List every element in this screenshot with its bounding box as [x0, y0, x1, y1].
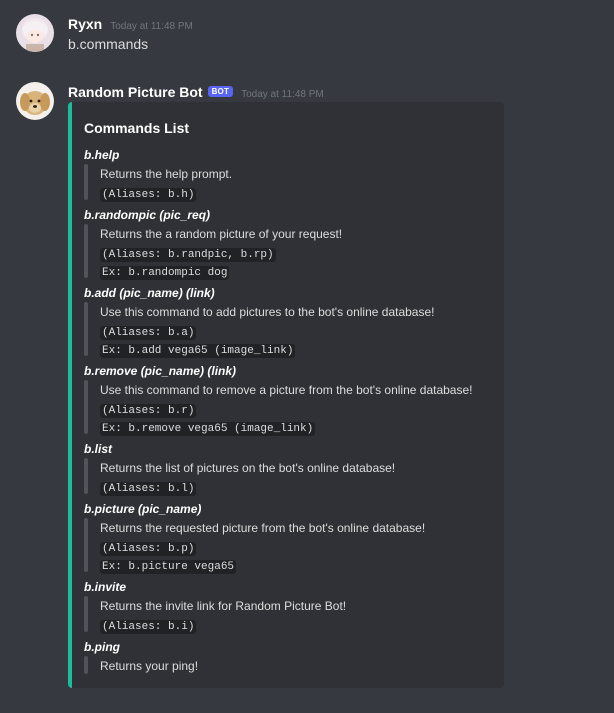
command-randompic: b.randompic (pic_req) Returns the a rand… [84, 208, 496, 280]
username[interactable]: Ryxn [68, 16, 102, 32]
command-aliases: (Aliases: b.r) [100, 404, 197, 418]
command-description: Returns your ping! [100, 659, 199, 673]
command-aliases: (Aliases: b.a) [100, 326, 197, 340]
command-aliases: (Aliases: b.l) [100, 482, 197, 496]
command-description: Returns the requested picture from the b… [100, 521, 426, 535]
message-text: b.commands [68, 36, 149, 52]
command-example: Ex: b.picture vega65 [100, 560, 237, 574]
command-aliases: (Aliases: b.i) [100, 620, 197, 634]
bot-badge: BOT [207, 86, 234, 97]
command-example: Ex: b.randompic dog [100, 266, 230, 280]
command-example: Ex: b.add vega65 (image_link) [100, 344, 296, 358]
message-header: Random Picture Bot BOT Today at 11:48 PM [68, 84, 324, 100]
blockquote-bar [84, 380, 88, 434]
command-aliases: (Aliases: b.randpic, b.rp) [100, 248, 276, 262]
command-help: b.help Returns the help prompt. (Aliases… [84, 148, 496, 202]
blockquote-bar [84, 458, 88, 494]
command-name: b.invite [84, 580, 127, 594]
command-aliases: (Aliases: b.h) [100, 188, 197, 202]
commands-embed: Commands List b.help Returns the help pr… [68, 102, 504, 688]
command-name: b.add (pic_name) (link) [84, 286, 215, 300]
command-name: b.randompic (pic_req) [84, 208, 211, 222]
command-description: Use this command to add pictures to the … [100, 305, 435, 319]
command-description: Use this command to remove a picture fro… [100, 383, 473, 397]
command-add: b.add (pic_name) (link) Use this command… [84, 286, 496, 358]
command-name: b.help [84, 148, 120, 162]
anime-avatar-icon [16, 14, 54, 52]
command-ping: b.ping Returns your ping! [84, 640, 496, 674]
command-name: b.remove (pic_name) (link) [84, 364, 237, 378]
blockquote-bar [84, 596, 88, 632]
bot-username[interactable]: Random Picture Bot [68, 84, 203, 100]
blockquote-bar [84, 302, 88, 356]
command-description: Returns the invite link for Random Pictu… [100, 599, 347, 613]
command-invite: b.invite Returns the invite link for Ran… [84, 580, 496, 634]
command-remove: b.remove (pic_name) (link) Use this comm… [84, 364, 496, 436]
user-avatar[interactable] [16, 14, 54, 52]
command-name: b.list [84, 442, 113, 456]
command-example: Ex: b.remove vega65 (image_link) [100, 422, 316, 436]
dog-avatar-icon [16, 82, 54, 120]
timestamp: Today at 11:48 PM [241, 89, 324, 100]
blockquote-bar [84, 656, 88, 674]
blockquote-bar [84, 164, 88, 200]
blockquote-bar [84, 518, 88, 572]
message-header: Ryxn Today at 11:48 PM [68, 16, 193, 32]
command-list: b.list Returns the list of pictures on t… [84, 442, 496, 496]
blockquote-bar [84, 224, 88, 278]
command-picture: b.picture (pic_name) Returns the request… [84, 502, 496, 574]
command-name: b.ping [84, 640, 120, 654]
command-description: Returns the help prompt. [100, 167, 233, 181]
command-aliases: (Aliases: b.p) [100, 542, 197, 556]
command-description: Returns the a random picture of your req… [100, 227, 343, 241]
embed-title: Commands List [84, 120, 190, 136]
command-name: b.picture (pic_name) [84, 502, 202, 516]
timestamp: Today at 11:48 PM [110, 21, 193, 32]
command-description: Returns the list of pictures on the bot'… [100, 461, 396, 475]
bot-avatar[interactable] [16, 82, 54, 120]
